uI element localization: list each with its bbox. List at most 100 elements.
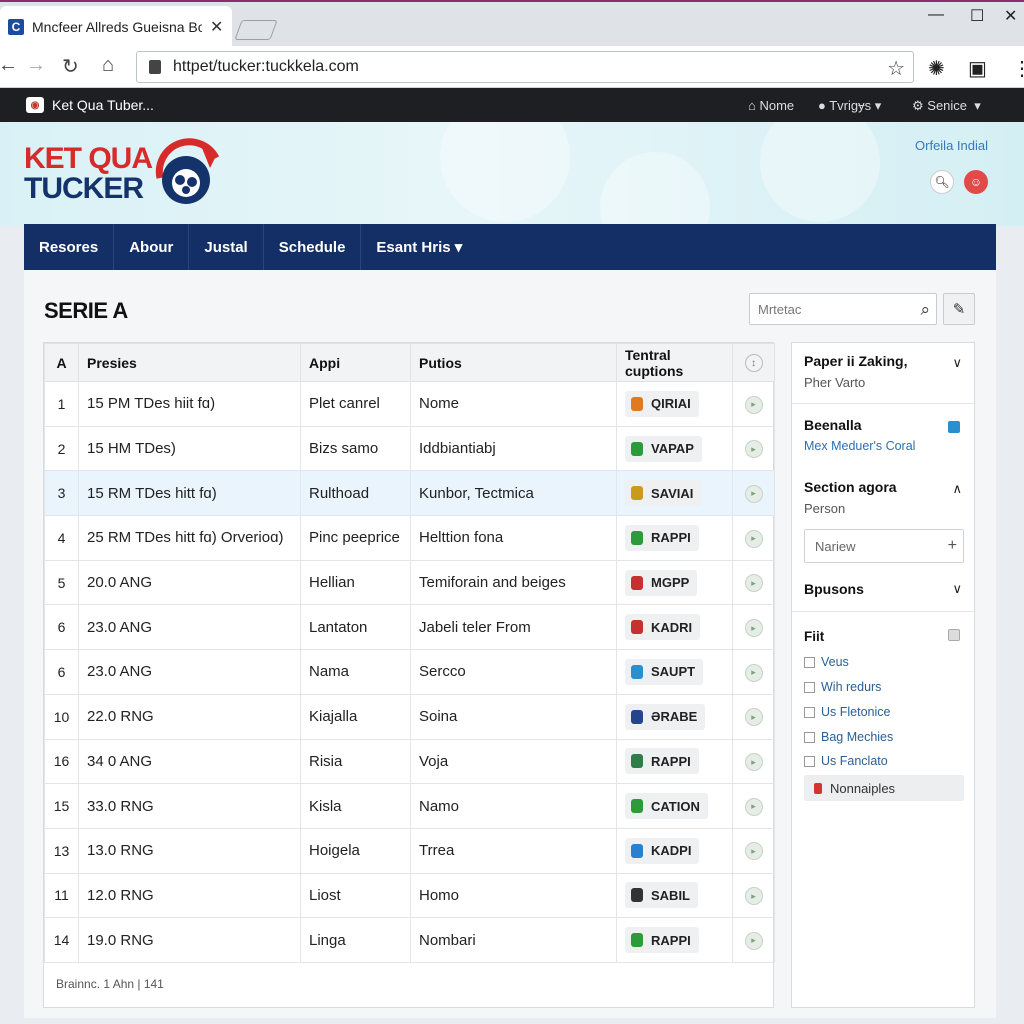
nonnaiples-item[interactable]: Nonnaiples [804, 775, 964, 801]
team-badge[interactable]: RAPPI [625, 748, 699, 775]
extension-icon[interactable]: ✺ [928, 56, 945, 81]
search-input[interactable]: Mrtetac ⌕ [749, 293, 937, 325]
row-action-icon[interactable]: ▸ [744, 931, 763, 950]
team-badge[interactable]: RAPPI [625, 524, 699, 551]
chevron-down-icon[interactable]: ∨ [952, 355, 962, 371]
sidebar-link[interactable]: Mex Meduer's Coral [804, 439, 915, 453]
team-badge[interactable]: SAUPT [625, 658, 704, 685]
reload-icon[interactable]: ↻ [62, 54, 79, 79]
nav-item-schedule[interactable]: Schedule [264, 224, 362, 270]
filter-checkbox-item[interactable]: Bag Mechies [804, 730, 893, 744]
column-header[interactable]: A [44, 343, 79, 382]
checkbox[interactable] [804, 681, 815, 693]
table-row[interactable]: 10 22.0 RNG Kiajalla Soina ƏRABE ▸ [44, 693, 775, 740]
user-circle-icon[interactable]: ☺ [964, 170, 988, 194]
checkbox[interactable] [804, 755, 815, 767]
site-logo[interactable]: KET QUA TUCKER [24, 144, 153, 205]
new-tab-button[interactable] [234, 20, 278, 40]
team-badge[interactable]: MGPP [625, 569, 698, 596]
menu-dots-icon[interactable]: ⋮ [1012, 56, 1024, 81]
home-icon[interactable]: ⌂ [102, 54, 114, 77]
chevron-down-icon[interactable]: ∨ [952, 581, 962, 597]
sidebar-section-paper[interactable]: Paper ii Zaking, Pher Varto [804, 353, 907, 390]
nav-item-resores[interactable]: Resores [24, 224, 115, 270]
address-bar[interactable]: httpet/tucker:tuckkela.com ☆ [136, 51, 914, 83]
strip-link-types[interactable]: ● Tvrigɏs ▾ [818, 98, 881, 114]
table-row[interactable]: 14 19.0 RNG Linga Nombari RAPPI ▸ [44, 917, 775, 963]
row-action-icon[interactable]: ▸ [744, 484, 763, 503]
nav-item-abour[interactable]: Abour [114, 224, 190, 270]
row-action-icon[interactable]: ▸ [744, 619, 763, 638]
column-header-action[interactable]: ↕ [732, 343, 775, 382]
team-badge[interactable]: KADRI [625, 614, 701, 641]
column-header[interactable]: Presies [78, 343, 301, 382]
column-header[interactable]: Tentral cuptions [616, 343, 733, 382]
team-badge[interactable]: SABIL [625, 882, 698, 909]
column-header[interactable]: Appi [300, 343, 411, 382]
strip-link-home[interactable]: ⌂ Nome [748, 98, 794, 113]
row-action-icon[interactable]: ▸ [744, 797, 763, 816]
back-arrow-icon[interactable]: ← [0, 54, 18, 77]
row-action-icon[interactable]: ▸ [744, 529, 763, 548]
minimize-icon[interactable]: — [928, 6, 944, 24]
tab-close-icon[interactable]: ✕ [210, 17, 223, 37]
team-badge[interactable]: RAPPI [625, 927, 699, 954]
filter-checkbox-item[interactable]: Us Fletonice [804, 705, 890, 719]
row-action-icon[interactable]: ▸ [744, 440, 763, 459]
team-badge[interactable]: ƏRABE [625, 703, 706, 730]
strip-link-service[interactable]: ⚙ Senice ▾ [912, 98, 981, 114]
browser-tab[interactable]: C Mncfeer Allreds Gueisna Bort ✕ [0, 6, 232, 48]
maximize-icon[interactable]: ☐ [970, 6, 984, 26]
table-row[interactable]: 15 33.0 RNG Kisla Namo CATION ▸ [44, 783, 775, 829]
table-row[interactable]: 2 15 HM TDes) Bizs samo Iddbiantiabj VAPAP ▸ [44, 425, 775, 472]
column-header[interactable]: Putios [410, 343, 617, 382]
table-row[interactable]: 11 12.0 RNG Liost Homo SABIL ▸ [44, 872, 775, 919]
plus-icon[interactable]: + [948, 537, 957, 555]
banner-link[interactable]: Orfeila Indial [915, 138, 988, 153]
sidebar-section-bpusons[interactable]: Bpusons [804, 581, 864, 597]
team-badge[interactable]: SAVIAI [625, 480, 702, 507]
bookmark-star-icon[interactable]: ☆ [887, 56, 905, 81]
table-row[interactable]: 1 15 PM TDes hiit fɑ) Plet canrel Nome QIRIA… [44, 381, 775, 427]
team-badge[interactable]: VAPAP [625, 435, 702, 462]
team-badge[interactable]: KADPI [625, 837, 700, 864]
table-row[interactable]: 13 13.0 RNG Hoigela Trrea KADPI ▸ [44, 827, 775, 874]
extensions-puzzle-icon[interactable]: ▣ [968, 56, 987, 81]
row-action-icon[interactable]: ▸ [744, 574, 763, 593]
row-action-icon[interactable]: ▸ [744, 842, 763, 861]
filter-checkbox-item[interactable]: Wih redurs [804, 680, 881, 694]
window-close-icon[interactable]: ✕ [1004, 6, 1017, 26]
checkbox[interactable] [804, 656, 815, 668]
table-row[interactable]: 6 23.0 ANG Nama Sercco SAUPT ▸ [44, 649, 775, 695]
edit-pen-button[interactable]: ✎ [943, 293, 975, 325]
table-row[interactable]: 5 20.0 ANG Hellian Temiforain and beiges MGP… [44, 559, 775, 606]
row-action-icon[interactable]: ▸ [744, 708, 763, 727]
row-action-icon[interactable]: ▸ [744, 753, 763, 772]
filter-checkbox-item[interactable]: Us Fanclato [804, 754, 888, 768]
search-icon[interactable]: ⌕ [920, 300, 930, 320]
forward-arrow-icon[interactable]: → [26, 54, 46, 77]
sidebar-section-agora[interactable]: Section agora Person [804, 479, 897, 516]
row-action-icon[interactable]: ▸ [744, 663, 763, 682]
team-badge[interactable]: CATION [625, 793, 708, 820]
checkbox[interactable] [804, 706, 815, 718]
table-row[interactable]: 6 23.0 ANG Lantaton Jabeli teler From KADRI ▸ [44, 604, 775, 651]
logo-line-2: TUCKER [24, 172, 144, 205]
checkbox[interactable] [804, 731, 815, 743]
filter-checkbox-item[interactable]: Veus [804, 655, 849, 669]
filter-icon[interactable] [948, 629, 960, 641]
chevron-up-icon[interactable]: ∧ [952, 481, 962, 497]
nav-item-esant-hris[interactable]: Esant Hris ▾ [361, 224, 477, 270]
table-row[interactable]: 16 34 0 ANG Risia Voja RAPPI ▸ [44, 738, 775, 785]
row-action-icon[interactable]: ▸ [744, 395, 763, 414]
sidebar-name-input[interactable]: Nariew + [804, 529, 964, 563]
row-action-icon[interactable]: ▸ [744, 887, 763, 906]
sort-toggle-icon[interactable]: ↕ [744, 354, 763, 373]
table-cell-appi: Nama [300, 649, 411, 695]
nav-item-justal[interactable]: Justal [189, 224, 264, 270]
table-row[interactable]: 3 15 RM TDes hitt fɑ) Rulthoad Kunbor, Tect… [44, 470, 775, 517]
team-badge[interactable]: QIRIAI [625, 390, 699, 417]
info-square-icon[interactable] [948, 421, 960, 433]
table-row[interactable]: 4 25 RM TDes hitt fɑ) Orverioɑ) Pinc peepr… [44, 515, 775, 561]
search-circle-icon[interactable]: 🔍︎ [930, 170, 954, 194]
